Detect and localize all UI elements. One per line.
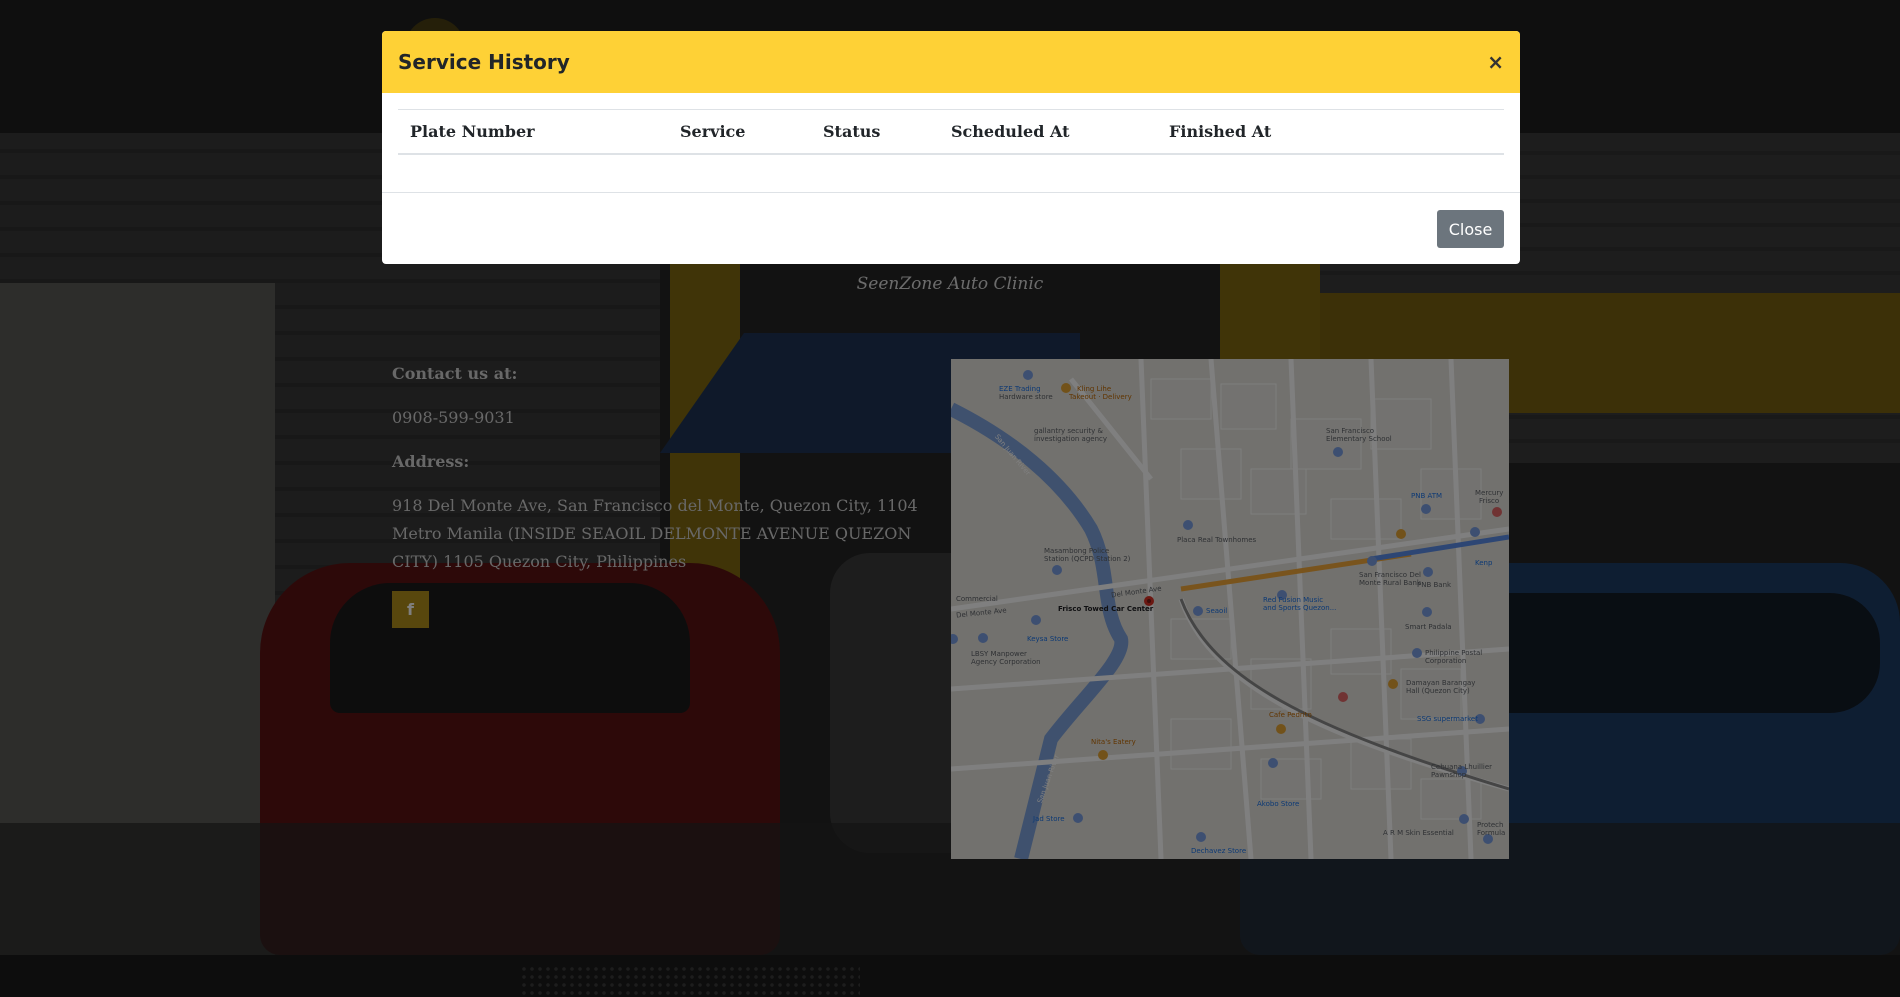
modal-footer: Close [382,192,1520,264]
column-header-plate-number: Plate Number [398,109,668,155]
close-button[interactable]: Close [1437,210,1504,248]
service-history-modal: Service History × Plate Number Service S… [382,31,1520,264]
table-header-row: Plate Number Service Status Scheduled At… [398,109,1504,155]
modal-header: Service History × [382,31,1520,93]
column-header-service: Service [668,109,811,155]
column-header-status: Status [811,109,939,155]
modal-body: Plate Number Service Status Scheduled At… [382,93,1520,185]
column-header-scheduled-at: Scheduled At [939,109,1157,155]
service-history-table: Plate Number Service Status Scheduled At… [398,109,1504,155]
modal-title: Service History [398,50,570,74]
close-icon[interactable]: × [1487,50,1504,74]
column-header-finished-at: Finished At [1157,109,1504,155]
